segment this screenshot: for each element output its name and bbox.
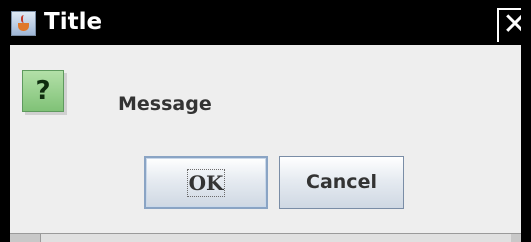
window-title: Title	[44, 9, 103, 35]
ok-button[interactable]: OK	[144, 156, 268, 209]
cancel-button[interactable]: Cancel	[279, 156, 404, 209]
ok-button-label: OK	[186, 169, 226, 197]
question-icon: ?	[22, 70, 64, 112]
dialog-message: Message	[118, 93, 212, 115]
bottom-edge-segment	[40, 234, 511, 242]
java-cup-icon[interactable]	[11, 11, 36, 36]
close-button[interactable]: ✕	[497, 8, 521, 42]
steam-glyph	[21, 15, 28, 23]
title-bar[interactable]: Title ✕	[10, 0, 521, 45]
dialog-window: Title ✕ ? Message OK Cancel	[0, 0, 531, 242]
window-bottom-edge	[10, 233, 521, 242]
cup-glyph	[18, 23, 29, 31]
